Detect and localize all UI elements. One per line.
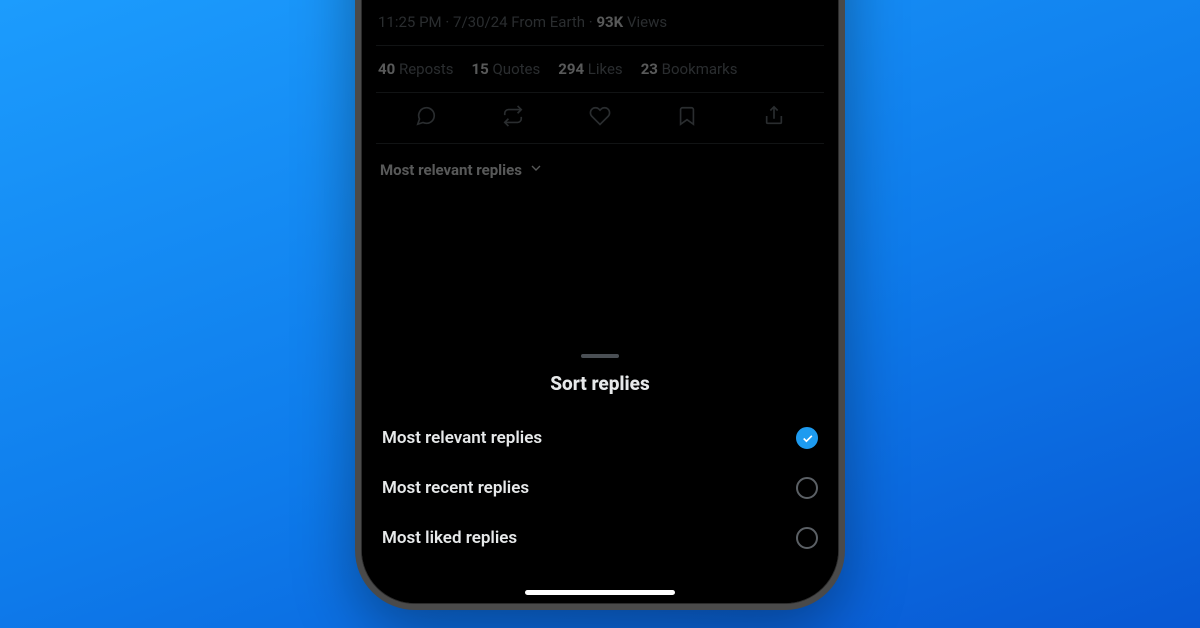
- reply-icon[interactable]: [415, 105, 437, 131]
- sort-option-label: Most recent replies: [382, 478, 529, 498]
- sort-option-label: Most relevant replies: [382, 428, 542, 448]
- share-icon[interactable]: [763, 105, 785, 131]
- post-actions-row: [376, 92, 824, 144]
- sort-trigger-label: Most relevant replies: [380, 161, 522, 179]
- repost-icon[interactable]: [502, 105, 524, 131]
- post-meta-line: 11:25 PM · 7/30/24 From Earth · 93K View…: [376, 0, 824, 45]
- stat-bookmarks[interactable]: 23 Bookmarks: [641, 60, 738, 78]
- stat-quotes[interactable]: 15 Quotes: [472, 60, 541, 78]
- sort-option-most-recent[interactable]: Most recent replies: [380, 463, 820, 513]
- sort-option-most-relevant[interactable]: Most relevant replies: [380, 413, 820, 463]
- like-icon[interactable]: [589, 105, 611, 131]
- sheet-drag-handle[interactable]: [581, 354, 619, 358]
- post-date: 7/30/24: [453, 13, 508, 31]
- phone-frame: iPhone 16 colors and redesigned camera b…: [355, 0, 845, 610]
- sort-option-label: Most liked replies: [382, 528, 517, 548]
- post-location-prefix: From: [511, 13, 546, 31]
- sort-option-most-liked[interactable]: Most liked replies: [380, 513, 820, 563]
- sheet-title: Sort replies: [380, 372, 820, 395]
- stat-likes[interactable]: 294 Likes: [558, 60, 622, 78]
- post-time: 11:25 PM: [378, 13, 442, 31]
- chevron-down-icon: [528, 160, 544, 180]
- radio-unselected-icon: [796, 477, 818, 499]
- bookmark-icon[interactable]: [676, 105, 698, 131]
- sort-replies-sheet: Sort replies Most relevant replies Most …: [362, 342, 838, 603]
- post-stats-row: 40 Reposts 15 Quotes 294 Likes 23 Bookma…: [376, 45, 824, 92]
- post-location: Earth: [550, 13, 585, 31]
- background-gradient: iPhone 16 colors and redesigned camera b…: [0, 0, 1200, 628]
- post-views-label: Views: [627, 13, 667, 31]
- radio-selected-icon: [796, 427, 818, 449]
- radio-unselected-icon: [796, 527, 818, 549]
- post-views-count: 93K: [596, 13, 623, 31]
- stat-reposts[interactable]: 40 Reposts: [378, 60, 454, 78]
- sort-trigger[interactable]: Most relevant replies: [376, 144, 824, 196]
- home-indicator[interactable]: [525, 590, 675, 595]
